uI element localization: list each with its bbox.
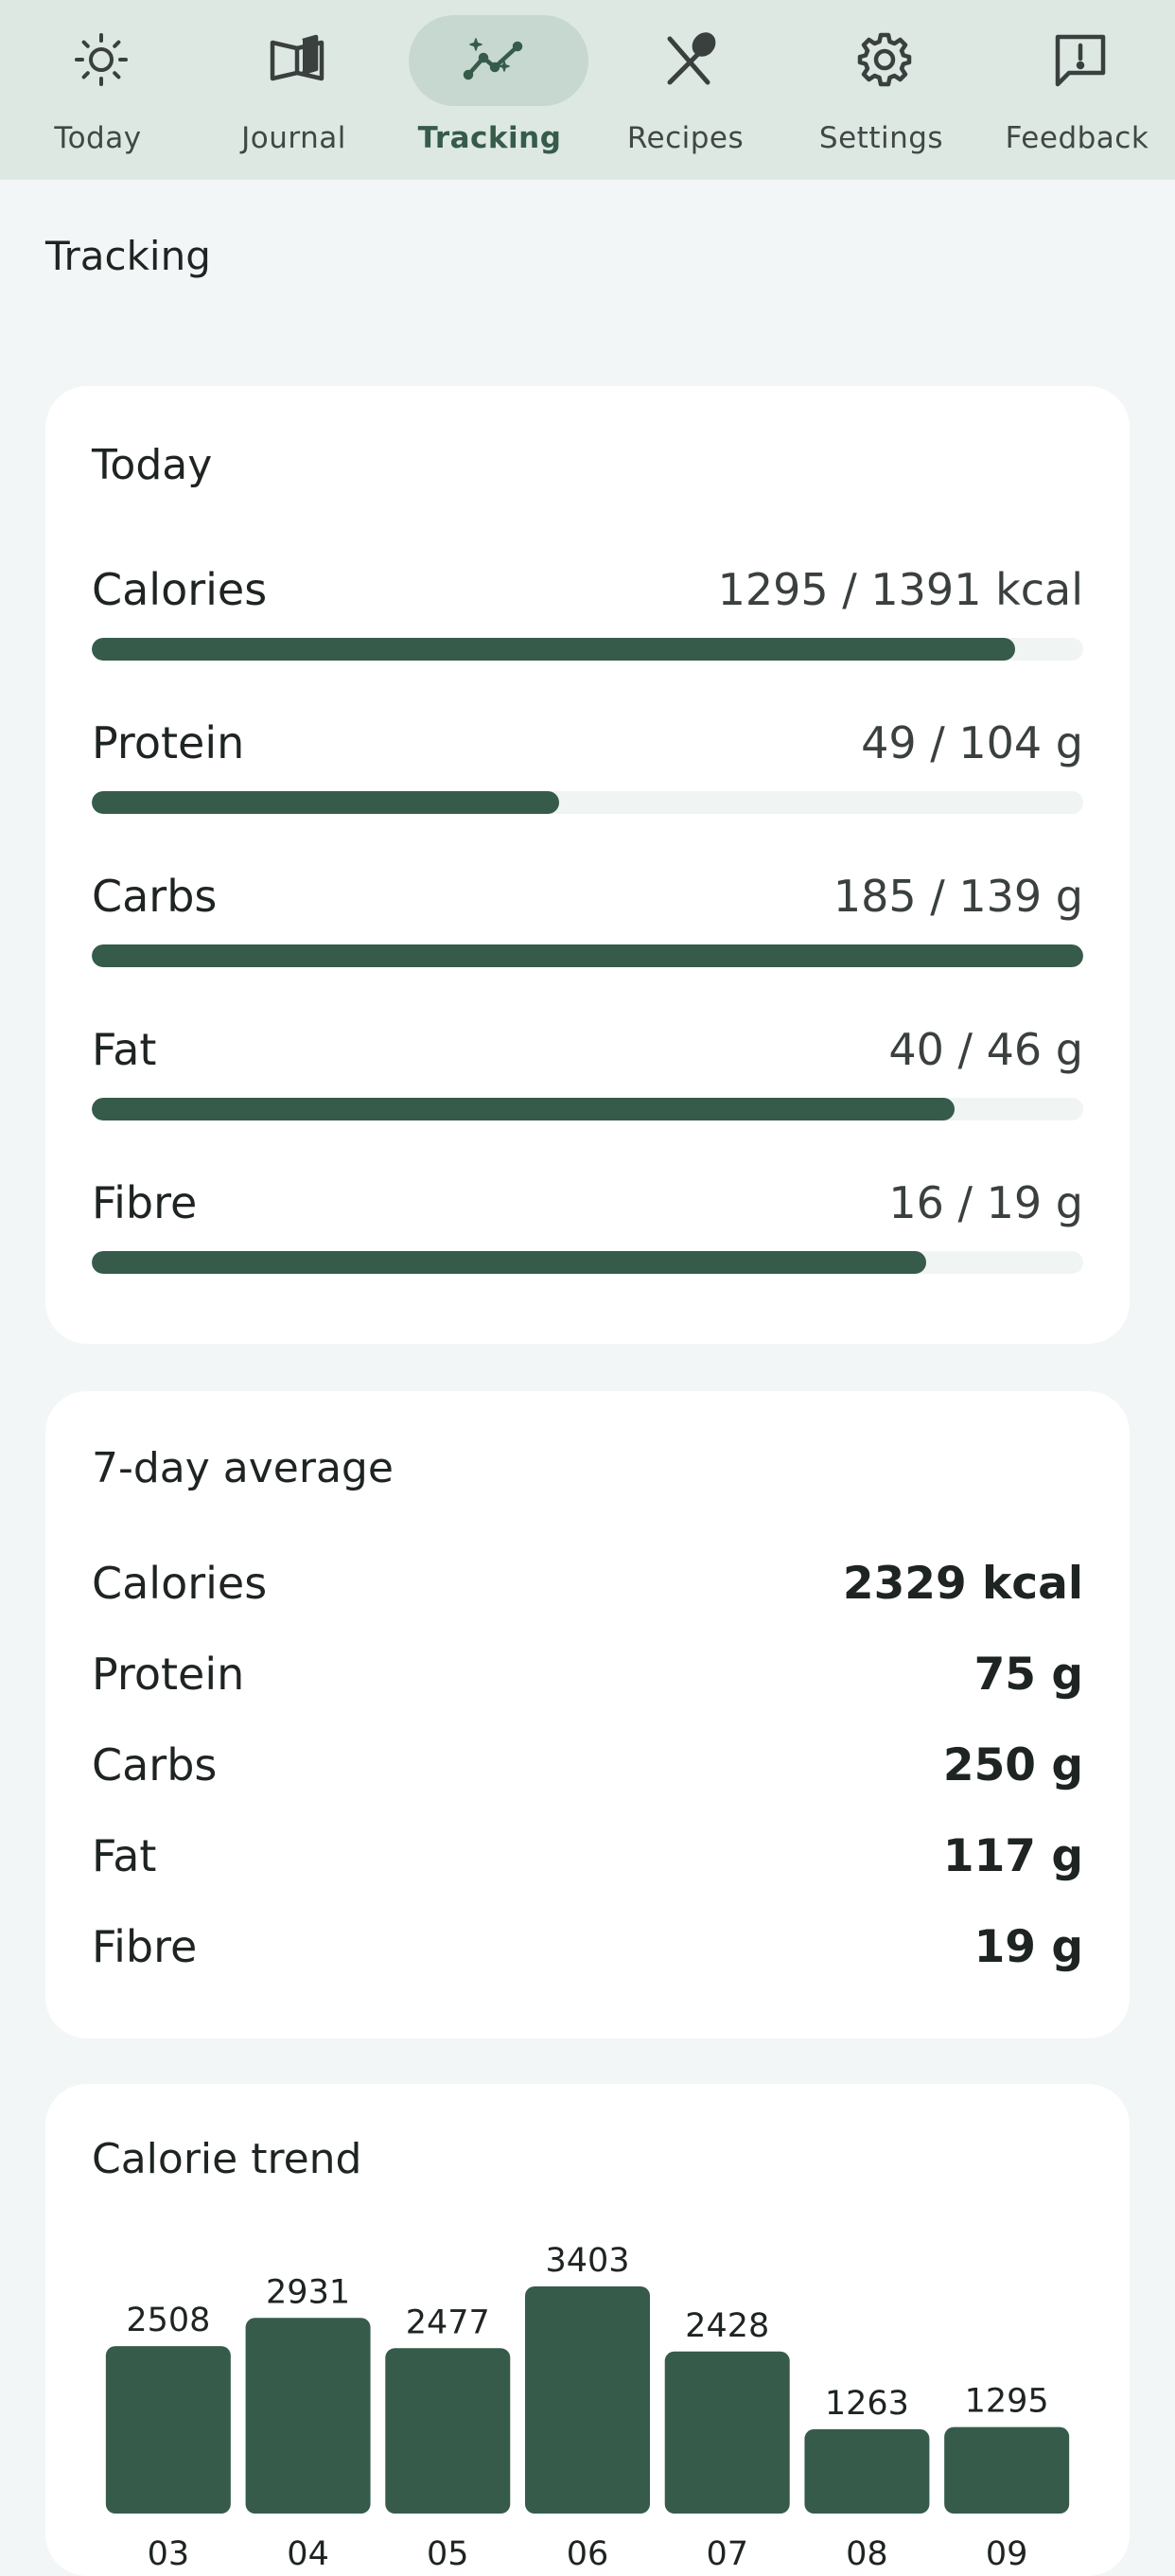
nav-item-label: Today xyxy=(54,121,142,155)
book-open-icon xyxy=(267,29,327,90)
chart-x-tick-label: 04 xyxy=(287,2535,329,2573)
page-title: Tracking xyxy=(45,233,211,279)
nav-item-recipes[interactable]: Recipes xyxy=(588,0,783,180)
average-label: Fat xyxy=(92,1830,157,1881)
feedback-icon xyxy=(1050,29,1111,90)
chart-value-label: 2428 xyxy=(685,2307,769,2345)
chart-value-label: 2508 xyxy=(126,2302,210,2339)
macro-row-fat: Fat 40 / 46 g xyxy=(92,1024,1083,1128)
chart-bar xyxy=(245,2318,371,2514)
average-row-carbs: Carbs 250 g xyxy=(92,1739,1083,1796)
macro-row-calories: Calories 1295 / 1391 kcal xyxy=(92,564,1083,668)
chart-x-tick-label: 06 xyxy=(567,2535,609,2573)
chart-value-label: 1295 xyxy=(965,2383,1049,2421)
progress-fill xyxy=(92,1098,955,1120)
chart-x-tick-label: 08 xyxy=(846,2535,888,2573)
chart-bar xyxy=(385,2348,511,2514)
nav-item-label: Recipes xyxy=(626,121,745,155)
chart-value-label: 3403 xyxy=(545,2242,629,2280)
macro-row-fibre: Fibre 16 / 19 g xyxy=(92,1177,1083,1281)
chart-x-tick-label: 03 xyxy=(148,2535,190,2573)
progress-fill xyxy=(92,791,559,814)
progress-bar xyxy=(92,1251,1083,1274)
average-value: 250 g xyxy=(942,1739,1083,1791)
utensils-icon xyxy=(658,29,719,90)
macro-label: Fibre xyxy=(92,1177,198,1228)
nav-item-label: Journal xyxy=(241,121,346,155)
macro-value: 16 / 19 g xyxy=(888,1177,1083,1228)
progress-fill xyxy=(92,944,1083,967)
progress-bar xyxy=(92,791,1083,814)
nav-item-feedback[interactable]: Feedback xyxy=(979,0,1175,180)
average-card-title: 7-day average xyxy=(92,1444,394,1492)
trend-chart-icon xyxy=(463,29,523,90)
nav-item-journal[interactable]: Journal xyxy=(196,0,392,180)
macro-value: 49 / 104 g xyxy=(861,717,1083,768)
chart-value-label: 2931 xyxy=(266,2273,350,2311)
macro-label: Carbs xyxy=(92,871,218,922)
average-row-fibre: Fibre 19 g xyxy=(92,1921,1083,1978)
macro-value: 1295 / 1391 kcal xyxy=(717,564,1083,615)
sun-icon xyxy=(71,29,132,90)
gear-icon xyxy=(854,29,915,90)
average-value: 75 g xyxy=(973,1649,1083,1701)
progress-bar xyxy=(92,944,1083,967)
today-card-title: Today xyxy=(92,441,213,489)
average-value: 19 g xyxy=(973,1921,1083,1973)
chart-value-label: 1263 xyxy=(825,2385,909,2423)
average-label: Carbs xyxy=(92,1739,218,1791)
average-label: Fibre xyxy=(92,1921,198,1972)
macro-value: 185 / 139 g xyxy=(833,871,1083,922)
average-value: 2329 kcal xyxy=(842,1558,1083,1610)
chart-x-tick-label: 09 xyxy=(986,2535,1028,2573)
nav-item-today[interactable]: Today xyxy=(0,0,196,180)
chart-bar xyxy=(525,2286,650,2514)
chart-x-tick-label: 07 xyxy=(706,2535,748,2573)
macro-label: Fat xyxy=(92,1024,157,1075)
nav-item-tracking[interactable]: Tracking xyxy=(392,0,588,180)
progress-bar xyxy=(92,1098,1083,1120)
progress-bar xyxy=(92,638,1083,661)
macro-label: Protein xyxy=(92,717,245,768)
macro-row-protein: Protein 49 / 104 g xyxy=(92,717,1083,821)
average-row-fat: Fat 117 g xyxy=(92,1830,1083,1887)
chart-bar xyxy=(664,2351,790,2514)
progress-fill xyxy=(92,638,1015,661)
top-nav-bar: Today Journal Tracking Recipes Settings … xyxy=(0,0,1175,180)
chart-value-label: 2477 xyxy=(406,2303,490,2341)
calorie-trend-card: Calorie trend 2508 03 2931 04 2477 05 3403 06 24… xyxy=(45,2084,1130,2576)
macro-row-carbs: Carbs 185 / 139 g xyxy=(92,871,1083,975)
nav-item-label: Feedback xyxy=(1005,121,1149,155)
average-row-calories: Calories 2329 kcal xyxy=(92,1558,1083,1614)
average-row-protein: Protein 75 g xyxy=(92,1649,1083,1705)
nav-item-settings[interactable]: Settings xyxy=(783,0,979,180)
nav-item-label: Tracking xyxy=(417,121,562,155)
calorie-trend-chart: 2508 03 2931 04 2477 05 3403 06 2428 07 1263 08 1295… xyxy=(105,2242,1070,2573)
chart-x-tick-label: 05 xyxy=(427,2535,469,2573)
chart-bar xyxy=(105,2346,231,2514)
average-card: 7-day average Calories 2329 kcal Protein… xyxy=(45,1391,1130,2038)
progress-fill xyxy=(92,1251,927,1274)
chart-bar xyxy=(944,2426,1070,2514)
macro-value: 40 / 46 g xyxy=(888,1024,1083,1075)
nav-item-label: Settings xyxy=(818,121,944,155)
average-label: Protein xyxy=(92,1649,245,1700)
average-label: Calories xyxy=(92,1558,268,1609)
macro-label: Calories xyxy=(92,564,268,615)
chart-bar xyxy=(804,2428,930,2514)
today-card: Today Calories 1295 / 1391 kcal Protein … xyxy=(45,386,1130,1344)
average-value: 117 g xyxy=(942,1830,1083,1882)
